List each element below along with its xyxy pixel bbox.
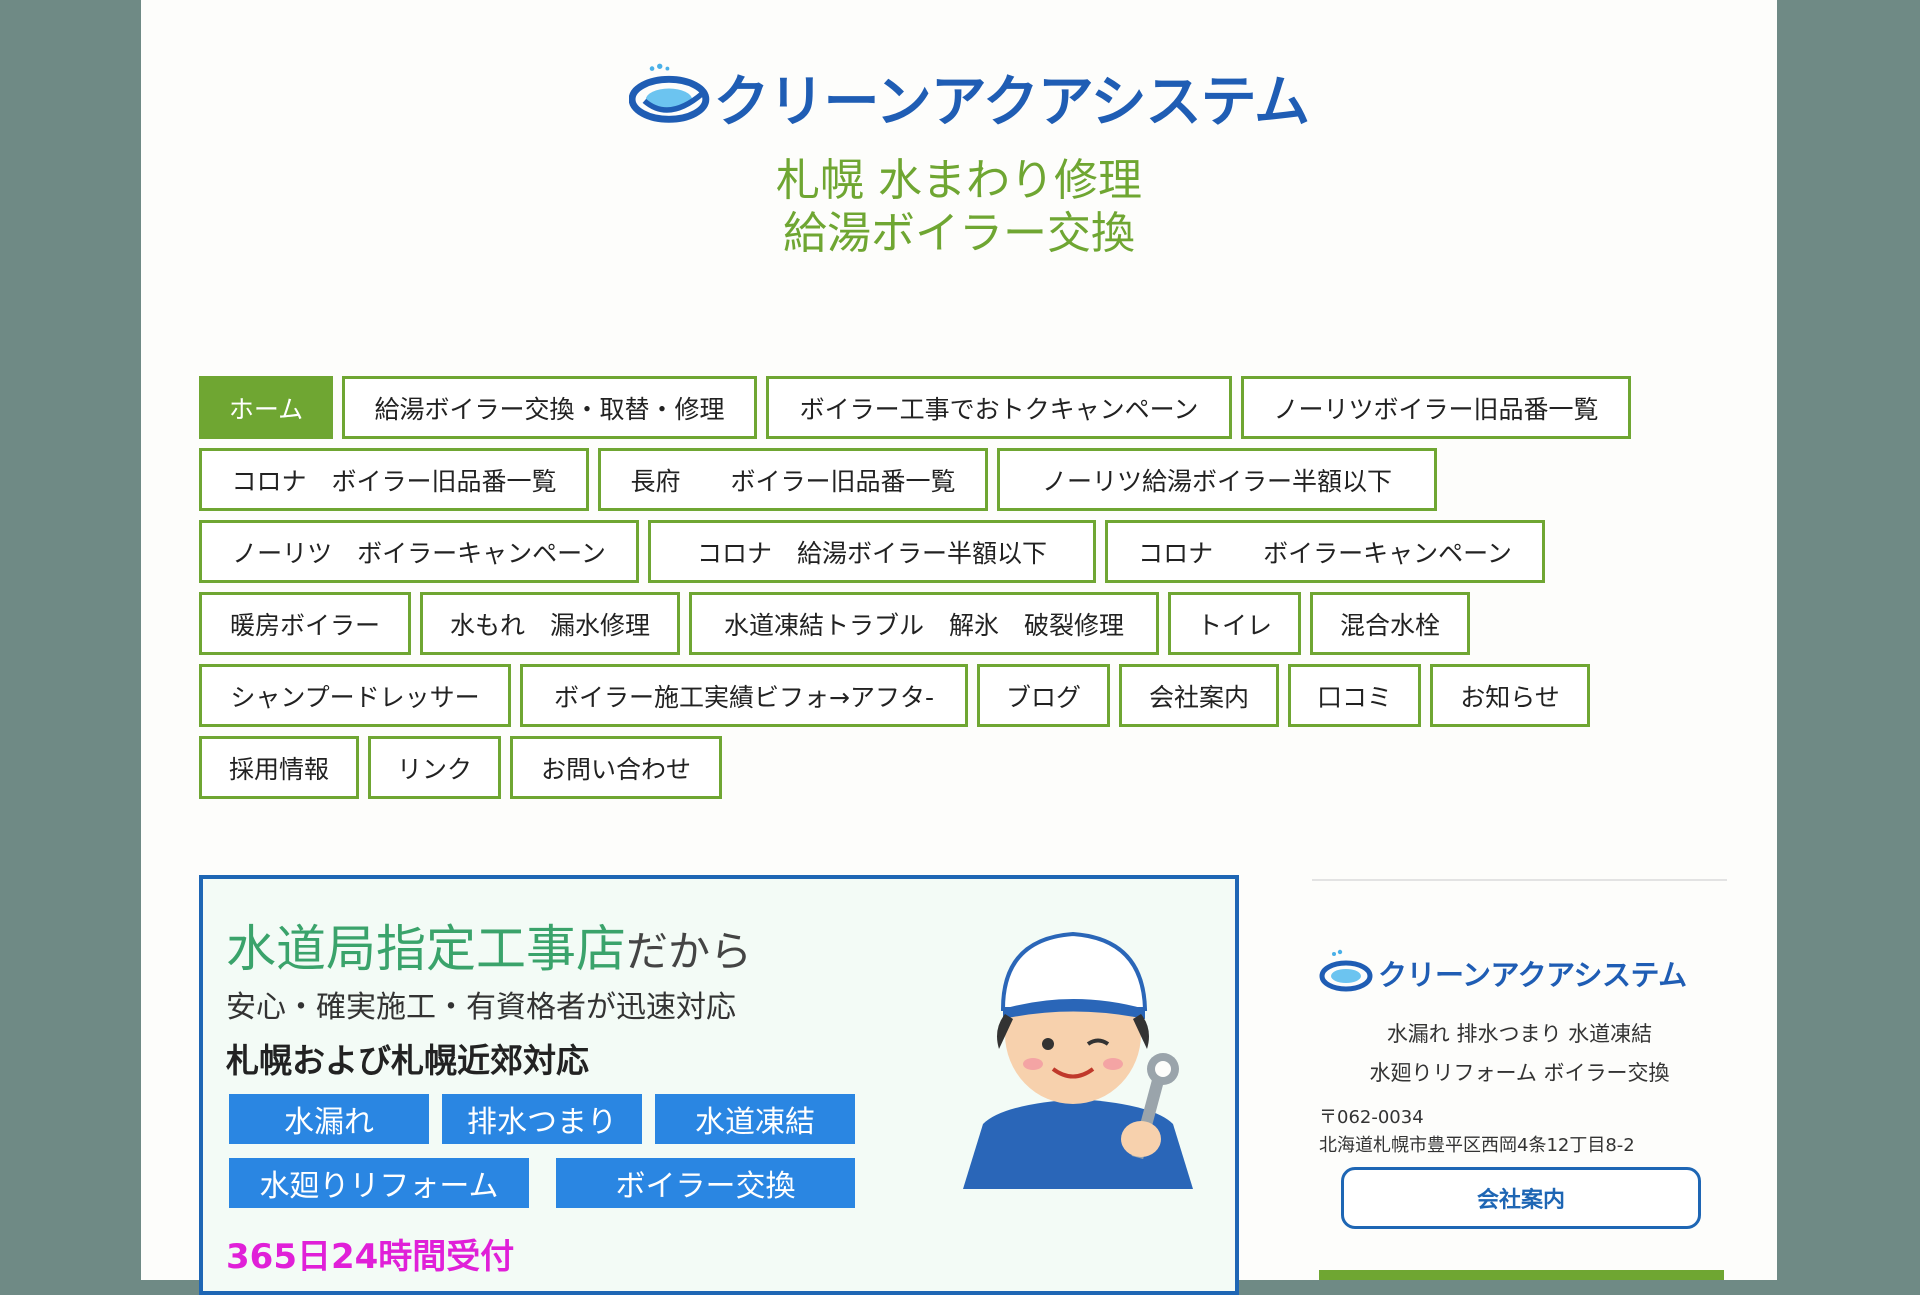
water-drop-logo-icon xyxy=(1319,949,1373,992)
banner-headline-suffix: だから xyxy=(626,927,753,976)
sidebar-logo[interactable]: クリーンアクアシステム xyxy=(1318,948,1723,998)
nav-item-links[interactable]: リンク xyxy=(368,736,501,799)
service-badge-leak: 水漏れ xyxy=(229,1094,429,1144)
site-logo[interactable]: クリーンアクアシステム xyxy=(629,52,1310,142)
nav-item-company[interactable]: 会社案内 xyxy=(1119,664,1279,727)
service-badge-drain: 排水つまり xyxy=(442,1094,642,1144)
nav-item-blog[interactable]: ブログ xyxy=(977,664,1110,727)
plumber-illustration-icon xyxy=(963,931,1193,1189)
sidebar-services-2: 水廻りリフォーム ボイラー交換 xyxy=(1369,1061,1670,1085)
nav-item-noritz-old-models[interactable]: ノーリツボイラー旧品番一覧 xyxy=(1241,376,1631,439)
nav-item-recruit[interactable]: 採用情報 xyxy=(199,736,359,799)
nav-item-heating-boiler[interactable]: 暖房ボイラー xyxy=(199,592,411,655)
hero-banner[interactable]: 水道局指定工事店だから 安心・確実施工・有資格者が迅速対応 札幌および札幌近郊対… xyxy=(199,875,1239,1295)
nav-item-corona-old-models[interactable]: コロナ ボイラー旧品番一覧 xyxy=(199,448,589,511)
main-nav: ホーム 給湯ボイラー交換・取替・修理 ボイラー工事でおトクキャンペーン ノーリツ… xyxy=(199,376,1669,808)
logo-text: クリーンアクアシステム xyxy=(713,69,1310,135)
sidebar-services-1: 水漏れ 排水つまり 水道凍結 xyxy=(1386,1022,1653,1046)
nav-item-boiler-campaign[interactable]: ボイラー工事でおトクキャンペーン xyxy=(766,376,1232,439)
banner-subline: 安心・確実施工・有資格者が迅速対応 xyxy=(226,990,736,1025)
site-tagline: 札幌 水まわり修理 給湯ボイラー交換 xyxy=(141,155,1777,261)
banner-hours: 365日24時間受付 xyxy=(226,1237,515,1277)
tagline-line-2: 給湯ボイラー交換 xyxy=(783,207,1135,259)
nav-item-leak-repair[interactable]: 水もれ 漏水修理 xyxy=(420,592,680,655)
banner-headline-main: 水道局指定工事店 xyxy=(226,920,626,978)
service-badge-reform: 水廻りリフォーム xyxy=(229,1158,529,1208)
sidebar-logo-text: クリーンアクアシステム xyxy=(1378,958,1687,992)
nav-item-before-after[interactable]: ボイラー施工実績ビフォ→アフタ- xyxy=(520,664,968,727)
nav-item-contact[interactable]: お問い合わせ xyxy=(510,736,722,799)
nav-item-mixing-faucet[interactable]: 混合水栓 xyxy=(1310,592,1470,655)
sidebar-green-bar xyxy=(1319,1270,1724,1280)
nav-item-shampoo-dresser[interactable]: シャンプードレッサー xyxy=(199,664,511,727)
banner-headline: 水道局指定工事店だから xyxy=(226,909,752,981)
nav-item-toilet[interactable]: トイレ xyxy=(1168,592,1301,655)
nav-item-chofu-old-models[interactable]: 長府 ボイラー旧品番一覧 xyxy=(598,448,988,511)
banner-service-area: 札幌および札幌近郊対応 xyxy=(226,1041,589,1080)
service-badge-boiler: ボイラー交換 xyxy=(556,1158,855,1208)
water-drop-logo-icon xyxy=(629,63,710,123)
nav-item-news[interactable]: お知らせ xyxy=(1430,664,1590,727)
nav-item-reviews[interactable]: 口コミ xyxy=(1288,664,1421,727)
nav-item-boiler-replace[interactable]: 給湯ボイラー交換・取替・修理 xyxy=(342,376,757,439)
nav-item-corona-campaign[interactable]: コロナ ボイラーキャンペーン xyxy=(1105,520,1545,583)
sidebar-divider xyxy=(1312,879,1727,881)
service-badge-freeze: 水道凍結 xyxy=(655,1094,855,1144)
page: クリーンアクアシステム 札幌 水まわり修理 給湯ボイラー交換 ホーム 給湯ボイラ… xyxy=(141,0,1777,1295)
nav-item-freeze-trouble[interactable]: 水道凍結トラブル 解氷 破裂修理 xyxy=(689,592,1159,655)
sidebar-address: 北海道札幌市豊平区西岡4条12丁目8-2 xyxy=(1319,1135,1635,1156)
nav-item-noritz-campaign[interactable]: ノーリツ ボイラーキャンペーン xyxy=(199,520,639,583)
sidebar-postal: 〒062-0034 xyxy=(1319,1107,1424,1128)
company-info-button[interactable]: 会社案内 xyxy=(1341,1167,1701,1229)
tagline-line-1: 札幌 水まわり修理 xyxy=(776,155,1142,206)
nav-item-home[interactable]: ホーム xyxy=(199,376,333,439)
nav-item-corona-half-price[interactable]: コロナ 給湯ボイラー半額以下 xyxy=(648,520,1096,583)
nav-item-noritz-half-price[interactable]: ノーリツ給湯ボイラー半額以下 xyxy=(997,448,1437,511)
